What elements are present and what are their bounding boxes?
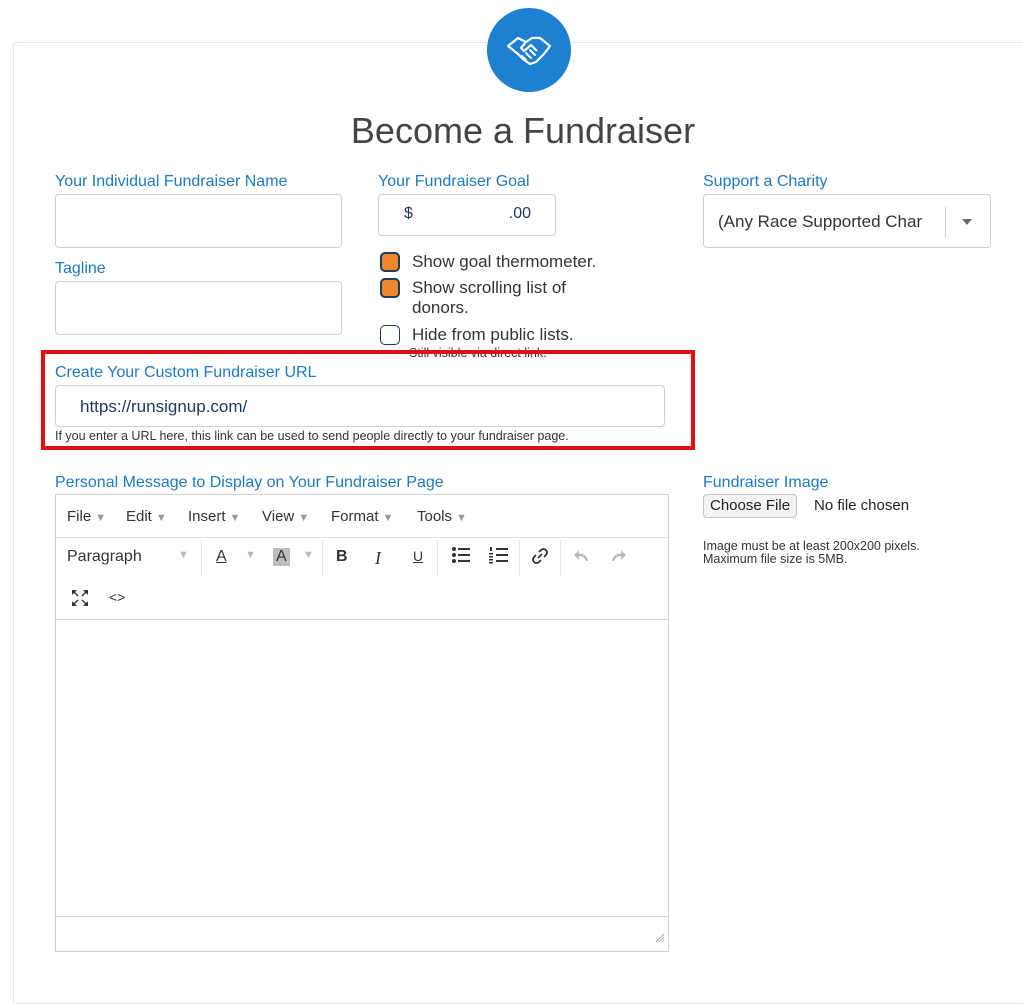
toolbar-separator [201, 540, 202, 576]
show-thermometer-label: Show goal thermometer. [412, 252, 597, 271]
toolbar-separator [560, 540, 561, 576]
url-prefix: https://runsignup.com/ [80, 397, 248, 416]
fundraiser-image-label: Fundraiser Image [703, 474, 829, 491]
italic-icon[interactable]: I [375, 548, 381, 569]
numbered-list-icon[interactable] [489, 546, 509, 569]
hide-public-label: Hide from public lists. [412, 325, 574, 344]
show-thermometer-checkbox[interactable] [380, 252, 400, 272]
show-donors-label: Show scrolling list of donors. [412, 278, 567, 317]
undo-icon[interactable] [572, 547, 590, 568]
menu-format[interactable]: Format ▼ [331, 508, 393, 525]
editor-menubar: File ▼ Edit ▼ Insert ▼ View ▼ Format ▼ Tools ▼ [56, 495, 668, 538]
chevron-down-icon [962, 219, 972, 225]
select-separator [945, 207, 946, 237]
image-help-line2: Maximum file size is 5MB. [703, 552, 848, 566]
toolbar-separator [322, 540, 323, 576]
menu-tools[interactable]: Tools ▼ [417, 508, 467, 525]
bold-icon[interactable]: B [336, 548, 348, 566]
custom-url-input[interactable]: https://runsignup.com/ [55, 385, 665, 427]
page-title: Become a Fundraiser [350, 110, 696, 151]
redo-icon[interactable] [610, 547, 628, 568]
menu-view[interactable]: View ▼ [262, 508, 309, 525]
source-code-icon[interactable]: <> [109, 589, 125, 605]
text-color-icon[interactable]: A [216, 548, 227, 566]
tagline-label: Tagline [55, 260, 106, 277]
editor-toolbar: Paragraph ▼ A ▼ A ▼ B I U <> [56, 537, 668, 620]
goal-currency: $ [404, 205, 413, 222]
charity-selected-value: (Any Race Supported Char [718, 212, 923, 231]
rich-text-editor: File ▼ Edit ▼ Insert ▼ View ▼ Format ▼ Tools ▼… [55, 494, 669, 952]
background-color-chevron-down-icon: ▼ [303, 549, 314, 561]
menu-edit[interactable]: Edit ▼ [126, 508, 167, 525]
choose-file-button[interactable]: Choose File [703, 494, 798, 518]
block-format-chevron-down-icon: ▼ [178, 549, 189, 561]
resize-handle-icon[interactable] [655, 930, 665, 948]
menu-file[interactable]: File ▼ [67, 508, 106, 525]
tagline-input[interactable] [55, 281, 342, 335]
handshake-logo-icon [487, 8, 571, 92]
text-color-chevron-down-icon: ▼ [245, 549, 256, 561]
bullet-list-icon[interactable] [451, 546, 471, 569]
background-color-icon[interactable]: A [273, 548, 290, 566]
toolbar-separator [519, 540, 520, 576]
goal-label: Your Fundraiser Goal [378, 173, 530, 190]
goal-cents: .00 [508, 205, 531, 222]
fullscreen-icon[interactable] [71, 589, 89, 612]
show-donors-checkbox[interactable] [380, 278, 400, 298]
underline-icon[interactable]: U [413, 548, 423, 564]
editor-statusbar [56, 916, 668, 951]
charity-select[interactable]: (Any Race Supported Char [703, 194, 991, 248]
fundraiser-name-label: Your Individual Fundraiser Name [55, 173, 288, 190]
toolbar-separator [437, 540, 438, 576]
block-format-select[interactable]: Paragraph [67, 548, 142, 566]
image-help-line1: Image must be at least 200x200 pixels. [703, 539, 920, 553]
menu-insert[interactable]: Insert ▼ [188, 508, 240, 525]
custom-url-label: Create Your Custom Fundraiser URL [55, 364, 317, 381]
personal-message-label: Personal Message to Display on Your Fund… [55, 474, 444, 491]
fundraiser-name-input[interactable] [55, 194, 342, 248]
link-icon[interactable] [530, 546, 550, 571]
hide-public-checkbox[interactable] [380, 325, 400, 345]
custom-url-help: If you enter a URL here, this link can b… [55, 429, 569, 443]
charity-label: Support a Charity [703, 173, 828, 190]
goal-input[interactable]: $ .00 [378, 194, 556, 236]
file-status: No file chosen [814, 497, 910, 514]
